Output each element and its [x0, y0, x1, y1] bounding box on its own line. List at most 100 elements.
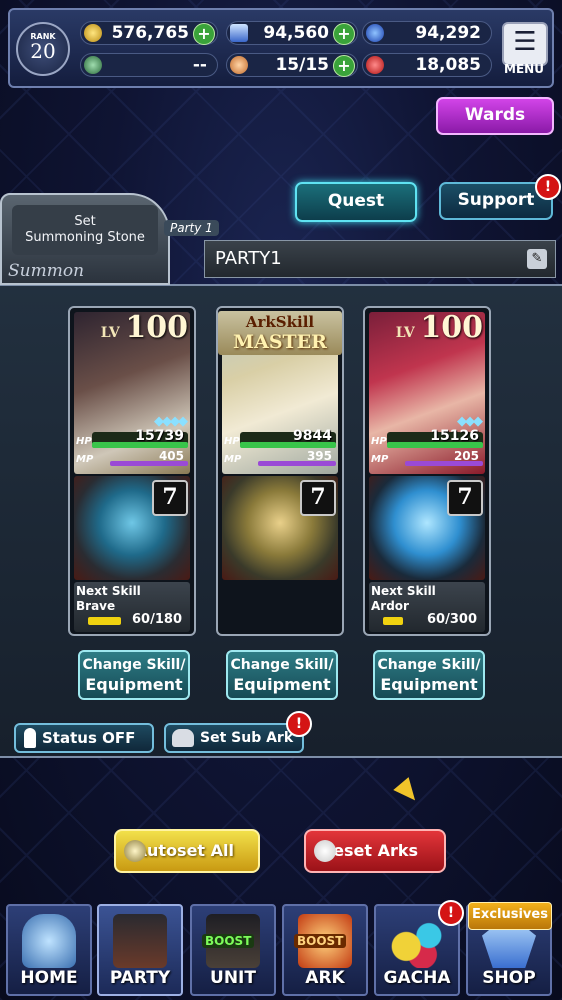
nav-ark[interactable]: BOOST ARK — [282, 904, 368, 996]
wards-button[interactable]: Wards — [436, 97, 554, 135]
unit-level: LV 100 — [101, 310, 188, 345]
nav-party[interactable]: PARTY — [97, 904, 183, 996]
change-skill-equipment-button-1[interactable]: Change Skill/ Equipment — [78, 650, 190, 700]
nav-unit[interactable]: BOOST UNIT — [190, 904, 276, 996]
party-member-card-1[interactable]: LV 100 ◆◆◆◆ HP 15739 MP 405 7 Next Skill… — [68, 306, 196, 636]
equipment-label: Equipment — [380, 675, 478, 694]
next-skill-name: Brave — [76, 599, 116, 613]
rank-value: 20 — [30, 39, 56, 63]
equipment-label: Equipment — [85, 675, 183, 694]
party-member-card-2[interactable]: LV 100 HP 9844 MP 395 7 ArkSkill MASTER — [216, 306, 344, 636]
next-skill-label: Next Skill Brave — [76, 584, 141, 614]
orb-resource: 94,292 — [362, 21, 492, 45]
nav-ark-label: ARK — [305, 968, 345, 988]
mp-value: 395 — [306, 449, 332, 463]
status-label: Status OFF — [42, 729, 136, 747]
support-alert-badge: ! — [535, 174, 561, 200]
crystal-add-button[interactable]: + — [333, 23, 355, 45]
set-summoning-stone-button[interactable]: Set Summoning Stone Summon — [0, 193, 170, 285]
blue-crystal-icon — [230, 24, 248, 42]
awakening-gems-icon: ◆◆◆ — [457, 414, 483, 429]
compass-resource: -- — [80, 53, 218, 77]
stamina-add-button[interactable]: + — [333, 55, 355, 77]
party-icon — [113, 914, 167, 968]
unit-level: LV 100 — [396, 310, 483, 345]
gacha-alert-badge: ! — [438, 900, 464, 926]
compass-icon — [84, 56, 102, 74]
stamina-value: 15/15 — [275, 55, 329, 75]
set-sub-ark-button[interactable]: Set Sub Ark — [164, 723, 304, 753]
hp-bar: 15126 — [387, 428, 483, 448]
level-label: LV — [395, 325, 415, 341]
skill-progress-bar — [383, 617, 403, 625]
ark-skill-master-box: ArkSkill MASTER — [218, 311, 342, 355]
mp-value: 405 — [158, 449, 184, 463]
summon-tab-label: Summon — [8, 261, 85, 281]
nav-home[interactable]: HOME — [6, 904, 92, 996]
party-name-bar: PARTY1 ✎ — [204, 240, 556, 278]
unit-boost-badge: BOOST — [202, 934, 255, 948]
summoning-stone-slot: Set Summoning Stone — [12, 205, 158, 255]
party-tab[interactable]: Party 1 — [164, 220, 219, 236]
mp-label: MP — [76, 454, 94, 465]
menu-button[interactable]: ☰ — [502, 22, 548, 66]
hp-value: 9844 — [293, 428, 332, 444]
refresh-icon — [314, 840, 336, 862]
stamina-resource: 15/15 + — [226, 53, 358, 77]
edit-icon[interactable]: ✎ — [527, 249, 547, 269]
ark-boost-badge: BOOST — [294, 934, 347, 948]
change-skill-equipment-button-3[interactable]: Change Skill/ Equipment — [373, 650, 485, 700]
next-skill-box: Next Skill Brave 60/180 — [74, 582, 190, 632]
change-skill-label: Change Skill/ — [82, 657, 186, 673]
gold-add-button[interactable]: + — [193, 23, 215, 45]
nav-gacha-label: GACHA — [383, 968, 451, 988]
menu-label: MENU — [504, 62, 544, 76]
quest-button[interactable]: Quest — [295, 182, 417, 222]
blue-orb-icon — [366, 24, 384, 42]
level-value: 100 — [420, 310, 483, 345]
hp-value: 15739 — [135, 428, 184, 444]
autoset-label: Autoset All — [134, 841, 234, 860]
mp-label: MP — [224, 454, 242, 465]
skill-progress-value: 60/300 — [427, 612, 477, 627]
status-toggle-button[interactable]: Status OFF — [14, 723, 154, 753]
master-label: MASTER — [233, 331, 327, 353]
red-gem-icon — [366, 56, 384, 74]
reset-arks-button[interactable]: Reset Arks — [304, 829, 446, 873]
exclusives-badge[interactable]: Exclusives — [468, 902, 552, 930]
ark-count: 7 — [152, 480, 188, 516]
change-skill-label: Change Skill/ — [377, 657, 481, 673]
compass-value: -- — [192, 55, 207, 75]
next-skill-title: Next Skill — [76, 584, 141, 598]
hp-bar: 9844 — [240, 428, 336, 448]
equipment-label: Equipment — [233, 675, 331, 694]
ark-count: 7 — [300, 480, 336, 516]
change-skill-equipment-button-2[interactable]: Change Skill/ Equipment — [226, 650, 338, 700]
nav-home-label: HOME — [20, 968, 78, 988]
awakening-gems-icon: ◆◆◆◆ — [154, 414, 188, 429]
sub-ark-alert-badge: ! — [286, 711, 312, 737]
gear-icon — [124, 840, 146, 862]
hp-value: 15126 — [430, 428, 479, 444]
ark-skill-label: ArkSkill — [245, 313, 315, 331]
hp-bar: 15739 — [92, 428, 188, 448]
person-icon — [24, 728, 36, 748]
crystal-value: 94,560 — [263, 23, 329, 43]
red-gem-value: 18,085 — [415, 55, 481, 75]
autoset-all-button[interactable]: Autoset All — [114, 829, 260, 873]
home-icon — [22, 914, 76, 968]
hp-label: HP — [224, 436, 240, 447]
gold-value: 576,765 — [111, 23, 189, 43]
nav-shop-label: SHOP — [482, 968, 536, 988]
next-skill-label: Next Skill Ardor — [371, 584, 436, 614]
nav-unit-label: UNIT — [210, 968, 256, 988]
change-skill-label: Change Skill/ — [230, 657, 334, 673]
party-member-card-3[interactable]: LV 100 ◆◆◆ HP 15126 MP 205 7 Next Skill A… — [363, 306, 491, 636]
orb-value: 94,292 — [415, 23, 481, 43]
skill-progress-value: 60/180 — [132, 612, 182, 627]
mp-bar: 205 — [405, 449, 483, 466]
crystal-resource: 94,560 + — [226, 21, 358, 45]
gacha-orbs-icon — [390, 914, 444, 968]
mp-value: 205 — [453, 449, 479, 463]
red-gem-resource: 18,085 — [362, 53, 492, 77]
